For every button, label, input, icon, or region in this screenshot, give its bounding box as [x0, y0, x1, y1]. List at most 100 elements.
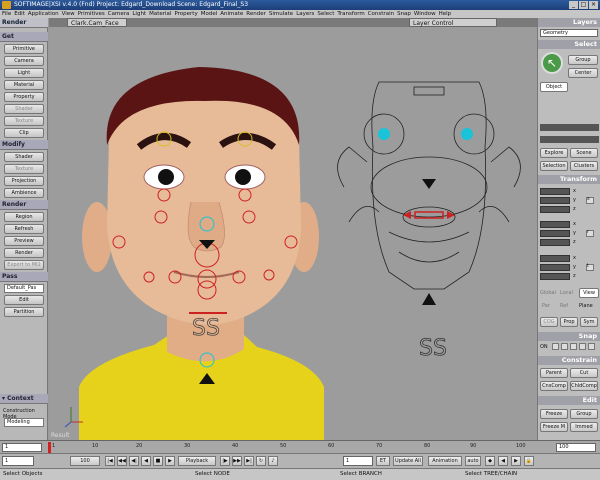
parent-button[interactable]: Parent [540, 368, 568, 378]
object-select-button[interactable]: Object [540, 82, 568, 92]
cog-button[interactable]: COG [540, 317, 558, 327]
previous-key-icon[interactable]: ◀◀ [117, 456, 127, 466]
export-mi2-button[interactable]: Export to MI2 [4, 260, 44, 270]
menu-property[interactable]: Property [174, 10, 197, 18]
menu-primitives[interactable]: Primitives [78, 10, 105, 18]
stop-icon[interactable]: ■ [153, 456, 163, 466]
ref-mode-button[interactable]: Ref [560, 303, 568, 310]
freeze-button[interactable]: Freeze [540, 409, 568, 419]
timeline[interactable]: 1 1 10 20 30 40 50 60 70 80 90 100 100 [0, 440, 600, 453]
shader-button[interactable]: Shader [4, 104, 44, 114]
toolbar-title[interactable]: Render [0, 18, 48, 28]
modify-shader-button[interactable]: Shader [4, 152, 44, 162]
pass-field[interactable]: Default_Pas [4, 284, 44, 293]
modify-texture-button[interactable]: Texture [4, 164, 44, 174]
snap-point-icon[interactable] [561, 343, 568, 350]
frame-field[interactable]: 1 [343, 456, 373, 466]
cnscomp-button[interactable]: CnsComp [540, 381, 568, 391]
refresh-button[interactable]: Refresh [4, 224, 44, 234]
layer-control-label[interactable]: Layer Control [409, 18, 497, 27]
menu-window[interactable]: Window [414, 10, 436, 18]
immed-button[interactable]: Immed [570, 422, 598, 432]
frame-end-field[interactable]: 100 [70, 456, 100, 466]
camera-button[interactable]: Camera [4, 56, 44, 66]
clusters-button[interactable]: Clusters [570, 161, 598, 171]
auto-key-button[interactable]: auto [465, 456, 481, 466]
translate-z-field[interactable] [540, 273, 570, 280]
render-button[interactable]: Render [4, 248, 44, 258]
cut-button[interactable]: Cut [570, 368, 598, 378]
next-key-icon[interactable]: ▶▶ [232, 456, 242, 466]
selection-button[interactable]: Selection [540, 161, 568, 171]
snap-on-toggle[interactable]: ON [540, 344, 548, 350]
menu-constrain[interactable]: Constrain [368, 10, 394, 18]
play-reverse-icon[interactable]: ◀ [141, 456, 151, 466]
lock-icon[interactable]: 🔒 [524, 456, 534, 466]
audio-icon[interactable]: ♪ [268, 456, 278, 466]
schematic-right-eye-control[interactable] [461, 128, 473, 140]
play-icon[interactable]: ▶ [165, 456, 175, 466]
menu-snap[interactable]: Snap [397, 10, 411, 18]
region-button[interactable]: Region [4, 212, 44, 222]
translate-y-field[interactable] [540, 264, 570, 271]
projection-button[interactable]: Projection [4, 176, 44, 186]
key-next-icon[interactable]: ▶ [511, 456, 521, 466]
partition-button[interactable]: Partition [4, 307, 44, 317]
snap-options-icon[interactable] [588, 343, 595, 350]
view-mode-button[interactable]: View [579, 288, 599, 298]
light-button[interactable]: Light [4, 68, 44, 78]
menu-render[interactable]: Render [246, 10, 266, 18]
menu-select[interactable]: Select [317, 10, 334, 18]
translate-x-field[interactable] [540, 255, 570, 262]
schematic-left-eye-control[interactable] [378, 128, 390, 140]
close-button[interactable]: × [589, 1, 598, 9]
menu-light[interactable]: Light [132, 10, 146, 18]
rotate-y-field[interactable] [540, 230, 570, 237]
key-prev-icon[interactable]: ◀ [498, 456, 508, 466]
menu-animate[interactable]: Animate [220, 10, 243, 18]
loop-icon[interactable]: ↻ [256, 456, 266, 466]
scene-button[interactable]: Scene [570, 148, 598, 158]
menu-material[interactable]: Material [149, 10, 171, 18]
menu-camera[interactable]: Camera [108, 10, 130, 18]
frame-start-field[interactable]: 1 [2, 456, 34, 466]
3d-viewport[interactable]: SS SS Result [49, 27, 537, 440]
maximize-button[interactable]: □ [579, 1, 588, 9]
par-mode-button[interactable]: Par [542, 303, 550, 310]
explore-button[interactable]: Explore [540, 148, 568, 158]
property-button[interactable]: Property [4, 92, 44, 102]
texture-button[interactable]: Texture [4, 116, 44, 126]
sym-button[interactable]: Sym [580, 317, 598, 327]
group-select-button[interactable]: Group [568, 55, 598, 65]
menu-application[interactable]: Application [28, 10, 59, 18]
last-frame-icon[interactable]: ▶| [244, 456, 254, 466]
selection-field-2[interactable] [540, 136, 599, 143]
clip-button[interactable]: Clip [4, 128, 44, 138]
scale-x-field[interactable] [540, 188, 570, 195]
freeze-m-button[interactable]: Freeze M [540, 422, 568, 432]
center-select-button[interactable]: Center [568, 68, 598, 78]
prop-button[interactable]: Prop [560, 317, 578, 327]
menu-file[interactable]: File [2, 10, 11, 18]
menu-model[interactable]: Model [201, 10, 218, 18]
selection-field[interactable] [540, 124, 599, 131]
rotate-z-field[interactable] [540, 239, 570, 246]
et-button[interactable]: ET [376, 456, 390, 466]
primitive-button[interactable]: Primitive [4, 44, 44, 54]
animation-button[interactable]: Animation [428, 456, 462, 466]
menu-help[interactable]: Help [439, 10, 452, 18]
snap-grid-icon[interactable] [552, 343, 559, 350]
menu-layers[interactable]: Layers [296, 10, 314, 18]
update-all-button[interactable]: Update All [393, 456, 423, 466]
select-tool-arrow-icon[interactable]: ↖ [541, 52, 563, 74]
timeline-end-field[interactable]: 100 [556, 443, 596, 452]
layers-dropdown[interactable]: Geometry [540, 29, 598, 37]
minimize-button[interactable]: _ [569, 1, 578, 9]
global-mode-button[interactable]: Global [540, 290, 556, 297]
edit-group-button[interactable]: Group [570, 409, 598, 419]
key-icon[interactable]: ◆ [485, 456, 495, 466]
camera-menu[interactable]: Clark.Cam_Face ▾ [67, 18, 127, 36]
previous-frame-icon[interactable]: ◀| [129, 456, 139, 466]
scale-z-field[interactable] [540, 206, 570, 213]
timeline-start-field[interactable]: 1 [2, 443, 42, 452]
